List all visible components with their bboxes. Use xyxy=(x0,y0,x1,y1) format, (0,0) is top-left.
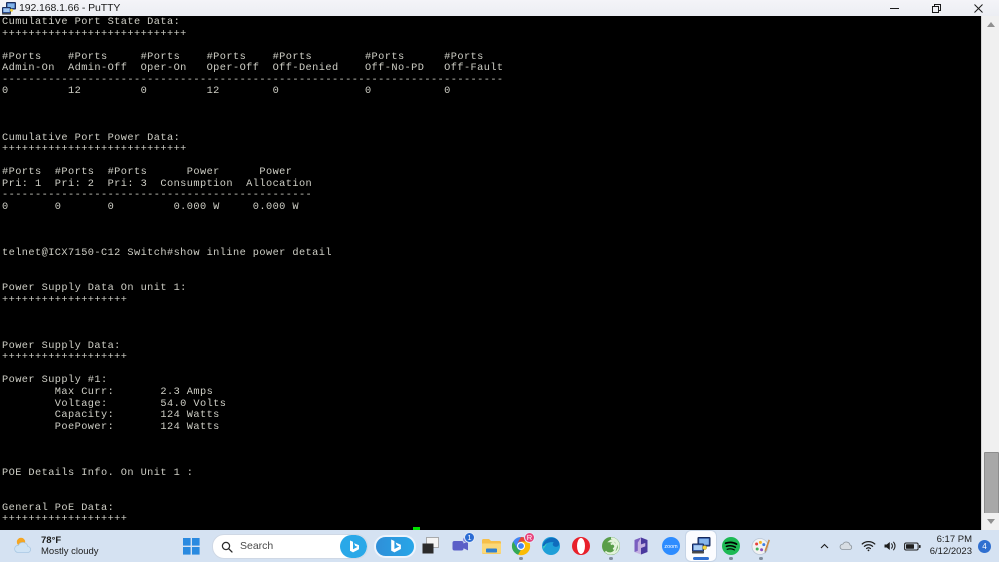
microsoft-365-icon xyxy=(634,537,648,555)
spotify-icon xyxy=(722,537,740,555)
running-indicator xyxy=(609,557,613,560)
search-placeholder: Search xyxy=(240,540,274,552)
sun-cloud-icon xyxy=(12,535,36,557)
clock-time: 6:17 PM xyxy=(936,534,972,545)
edge-icon xyxy=(542,537,560,555)
folder-icon xyxy=(481,538,501,554)
battery-icon[interactable] xyxy=(902,530,924,562)
weather-text: 78°F Mostly cloudy xyxy=(41,535,99,557)
active-indicator xyxy=(693,557,709,560)
weather-temperature: 78°F xyxy=(41,535,62,546)
bing-icon xyxy=(349,540,359,552)
windows-taskbar: 78°F Mostly cloudy Search 1 R zoom 6:17 … xyxy=(0,530,999,562)
taskbar-item-file-explorer[interactable] xyxy=(476,531,506,561)
scrollbar-thumb[interactable] xyxy=(984,452,999,514)
weather-condition: Mostly cloudy xyxy=(41,546,99,557)
scroll-down-arrow[interactable] xyxy=(982,513,999,530)
wifi-icon[interactable] xyxy=(858,530,880,562)
system-tray: 6:17 PM 6/12/2023 4 xyxy=(814,530,999,562)
taskbar-item-spiral-app[interactable] xyxy=(596,531,626,561)
terminal-output: Cumulative Port State Data: ++++++++++++… xyxy=(2,16,504,526)
notification-badge[interactable]: 4 xyxy=(978,539,991,553)
cloud-icon[interactable] xyxy=(836,530,858,562)
search-bing-button[interactable] xyxy=(340,534,367,558)
search-icon xyxy=(221,540,233,553)
running-indicator xyxy=(729,557,733,560)
terminal-scrollbar[interactable] xyxy=(981,16,999,530)
window-title-bar[interactable]: 192.168.1.66 - PuTTY xyxy=(0,0,999,16)
taskbar-item-putty[interactable] xyxy=(686,531,716,561)
paint-icon xyxy=(751,538,770,555)
taskbar-item-microsoft-edge[interactable] xyxy=(536,531,566,561)
scroll-up-arrow[interactable] xyxy=(982,16,999,33)
chrome-badge: R xyxy=(524,532,535,543)
taskbar-item-spotify[interactable] xyxy=(716,531,746,561)
putty-computer-icon xyxy=(2,1,16,15)
weather-widget[interactable]: 78°F Mostly cloudy xyxy=(8,532,103,560)
taskbar-item-zoom[interactable]: zoom xyxy=(656,531,686,561)
windows-start-icon xyxy=(182,537,200,555)
opera-icon xyxy=(572,537,590,555)
restore-button[interactable] xyxy=(915,0,957,16)
running-indicator xyxy=(759,557,763,560)
search-input[interactable]: Search xyxy=(212,533,368,559)
teams-badge: 1 xyxy=(464,532,475,543)
taskbar-item-microsoft-teams[interactable]: 1 xyxy=(446,531,476,561)
putty-computer-icon xyxy=(691,537,710,554)
bing-icon xyxy=(390,539,401,553)
speaker-icon[interactable] xyxy=(880,530,902,562)
svg-text:zoom: zoom xyxy=(664,544,678,550)
spiral-icon xyxy=(602,537,620,555)
taskbar-item-opera-browser[interactable] xyxy=(566,531,596,561)
clock-date: 6/12/2023 xyxy=(929,546,972,557)
close-button[interactable] xyxy=(957,0,999,16)
terminal-screen[interactable]: Cumulative Port State Data: ++++++++++++… xyxy=(0,16,981,530)
windows-start-button[interactable] xyxy=(176,531,206,561)
taskbar-item-bing-chat[interactable] xyxy=(374,534,416,558)
putty-window: 192.168.1.66 - PuTTY Cumulative Port Sta… xyxy=(0,0,999,530)
zoom-icon: zoom xyxy=(662,537,680,555)
running-indicator xyxy=(519,557,523,560)
task-view-icon xyxy=(422,537,439,554)
clock[interactable]: 6:17 PM 6/12/2023 xyxy=(930,534,972,558)
taskbar-item-paint[interactable] xyxy=(746,531,776,561)
taskbar-center-cluster: Search 1 R zoom xyxy=(176,530,776,562)
terminal-area: Cumulative Port State Data: ++++++++++++… xyxy=(0,16,999,530)
chevron-up-icon[interactable] xyxy=(814,530,836,562)
taskbar-item-google-chrome[interactable]: R xyxy=(506,531,536,561)
taskbar-item-task-view[interactable] xyxy=(416,531,446,561)
window-title: 192.168.1.66 - PuTTY xyxy=(19,2,121,14)
taskbar-item-microsoft-365[interactable] xyxy=(626,531,656,561)
minimize-button[interactable] xyxy=(873,0,915,16)
